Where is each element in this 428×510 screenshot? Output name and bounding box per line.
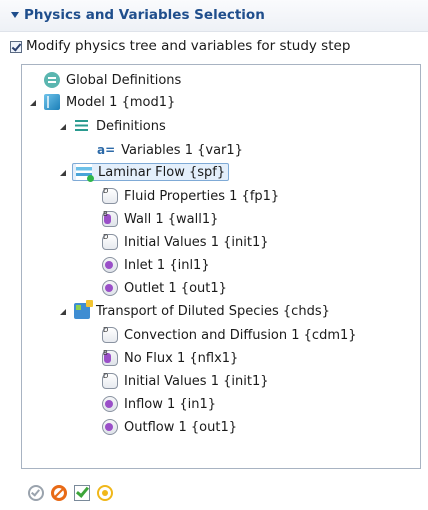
tree-item-label: Global Definitions [66,72,182,88]
tree-item-convection-diffusion[interactable]: Convection and Diffusion 1 {cdm1} [102,324,357,346]
tree-item-label: Wall 1 {wall1} [124,211,219,227]
bottom-toolbar [28,485,120,505]
tree-item-label: Convection and Diffusion 1 {cdm1} [124,327,357,343]
show-default-icon[interactable] [28,485,44,501]
selected-item-highlight[interactable]: Laminar Flow {spf} [72,163,230,182]
tree-item-initial-values-2[interactable]: Initial Values 1 {init1} [102,370,269,392]
tree-item-variables[interactable]: a= Variables 1 {var1} [97,139,243,161]
domain-feature-icon [102,187,118,204]
enable-icon[interactable] [74,485,90,501]
tree-item-outflow[interactable]: Outflow 1 {out1} [102,416,237,438]
tree-item-label: Initial Values 1 {init1} [124,234,269,250]
tree-item-laminar-flow[interactable]: Laminar Flow {spf} [60,161,230,183]
inflow-feature-icon [102,396,118,412]
tree-item-label: Laminar Flow {spf} [98,164,226,180]
tree-item-fluid-properties[interactable]: Fluid Properties 1 {fp1} [102,185,279,207]
tree-item-definitions[interactable]: Definitions [60,115,166,137]
domain-feature-icon [102,233,118,250]
reset-icon[interactable] [97,485,113,501]
tree-item-label: No Flux 1 {nflx1} [124,350,239,366]
expand-arrow-icon[interactable] [60,170,66,176]
tree-item-inflow[interactable]: Inflow 1 {in1} [102,393,216,415]
laminar-flow-icon [76,164,94,182]
modify-physics-label[interactable]: Modify physics tree and variables for st… [26,38,350,54]
tree-item-label: Outflow 1 {out1} [124,419,237,435]
tree-item-label: Outlet 1 {out1} [124,280,227,296]
inflow-feature-icon [102,280,118,296]
domain-feature-icon [102,372,118,389]
tree-item-transport-diluted-species[interactable]: Transport of Diluted Species {chds} [60,300,330,322]
definitions-icon [74,118,90,134]
tree-item-outlet[interactable]: Outlet 1 {out1} [102,277,227,299]
tree-item-label: Initial Values 1 {init1} [124,373,269,389]
tree-item-label: Inlet 1 {inl1} [124,257,210,273]
modify-physics-checkbox[interactable] [10,41,22,53]
boundary-feature-icon [102,210,118,227]
variables-icon: a= [97,143,116,157]
tree-item-inlet[interactable]: Inlet 1 {inl1} [102,254,210,276]
global-definitions-icon [44,72,60,88]
expand-arrow-icon[interactable] [60,309,66,315]
inflow-feature-icon [102,257,118,273]
tree-item-no-flux[interactable]: No Flux 1 {nflx1} [102,347,238,369]
expand-arrow-icon[interactable] [60,124,66,130]
tree-item-label: Inflow 1 {in1} [124,396,217,412]
tree-item-model[interactable]: Model 1 {mod1} [30,91,175,113]
tree-item-label: Variables 1 {var1} [121,142,243,158]
section-header[interactable]: Physics and Variables Selection [0,0,428,32]
expand-arrow-icon[interactable] [30,100,36,106]
tree-item-global-definitions[interactable]: Global Definitions [44,69,181,91]
model-icon [44,94,60,110]
disable-icon[interactable] [51,485,67,501]
tree-item-label: Transport of Diluted Species {chds} [96,303,330,319]
tree-item-label: Fluid Properties 1 {fp1} [124,188,280,204]
boundary-feature-icon [102,349,118,366]
tree-item-label: Definitions [96,118,166,134]
tree-item-initial-values[interactable]: Initial Values 1 {init1} [102,231,269,253]
inflow-feature-icon [102,419,118,435]
transport-species-icon [74,300,93,319]
physics-tree[interactable]: Global Definitions Model 1 {mod1} Defini… [21,64,421,469]
tree-item-label: Model 1 {mod1} [66,94,176,110]
domain-feature-icon [102,326,118,343]
section-title: Physics and Variables Selection [24,7,265,23]
collapse-arrow-icon[interactable] [11,12,19,18]
tree-item-wall[interactable]: Wall 1 {wall1} [102,208,218,230]
